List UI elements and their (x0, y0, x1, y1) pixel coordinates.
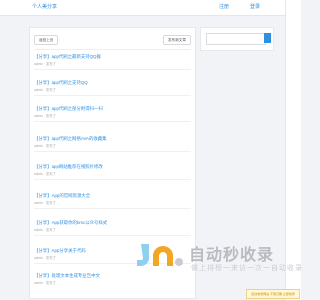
list-item[interactable]: 【分享】处理文本生成专业告中文 admin · 发布了 (30, 273, 195, 293)
watermark-logo-text: 自动秒收录 (189, 247, 275, 264)
item-title[interactable]: 【分享】App分享关于代码 (34, 248, 86, 254)
item-title[interactable]: 【分享】app网站推荐在线照片修改 (34, 164, 103, 170)
watermark-logo-icon (137, 244, 183, 266)
item-separator (34, 121, 191, 122)
watermark-logo: 自动秒收录 做上排榜一来访一次一自动收录 (135, 236, 302, 276)
item-meta: admin · 发布了 (34, 228, 56, 232)
list-item[interactable]: 【分享】app网站推荐在线照片修改 admin · 发布了 (30, 164, 195, 184)
item-meta: admin · 发布了 (34, 88, 56, 92)
back-button[interactable]: 返回上页 (34, 35, 59, 45)
register-link[interactable]: 注册 (219, 3, 229, 10)
list-item[interactable]: 【分享】app代刷之部分附得扫一扫 admin · 发布了 (30, 106, 195, 126)
item-separator (34, 95, 191, 96)
item-meta: admin · 发布了 (34, 201, 56, 205)
watermark-sub-text: 做上排榜一来访一次一自动收录 (191, 265, 303, 272)
item-meta: admin · 发布了 (34, 281, 56, 285)
item-title[interactable]: 【分享】app代刷之网络AVA的收藏集 (34, 136, 107, 142)
item-separator (34, 179, 191, 180)
list-item[interactable]: 【分享】app代刷之支持QQ admin · 发布了 (30, 80, 195, 100)
sidebar-search-panel (200, 27, 274, 51)
item-separator (34, 208, 191, 209)
list-item[interactable]: 【分享】app代刷之最新支持QQ群 admin · 发布了 (30, 54, 195, 74)
search-input[interactable] (206, 33, 266, 45)
item-title[interactable]: 【分享】App获取你的bmc公众号样式 (34, 220, 107, 226)
search-button[interactable] (264, 33, 271, 43)
item-separator (34, 69, 191, 70)
new-post-button[interactable]: 发布新文章 (163, 35, 191, 45)
item-title[interactable]: 【分享】app代刷之最新支持QQ群 (34, 54, 101, 60)
item-title[interactable]: 【分享】处理文本生成专业告中文 (34, 273, 100, 279)
item-meta: admin · 发布了 (34, 144, 56, 148)
top-bar: 个人美分享 注册 登录 (0, 0, 300, 16)
item-title[interactable]: 【分享】app代刷之支持QQ (34, 80, 88, 86)
item-title[interactable]: 【分享】App的官网资源大全 (34, 193, 90, 199)
item-meta: admin · 发布了 (34, 256, 56, 260)
item-meta: admin · 发布了 (34, 172, 56, 176)
item-meta: admin · 发布了 (34, 114, 56, 118)
login-link[interactable]: 登录 (250, 3, 260, 10)
site-title[interactable]: 个人美分享 (32, 3, 57, 10)
item-separator (34, 151, 191, 152)
watermark-banner[interactable]: 自动收录网站 不限日期 立即收录 (246, 289, 300, 299)
divider (34, 49, 191, 50)
item-meta: admin · 发布了 (34, 62, 56, 66)
list-item[interactable]: 【分享】app代刷之网络AVA的收藏集 admin · 发布了 (30, 136, 195, 156)
item-title[interactable]: 【分享】app代刷之部分附得扫一扫 (34, 106, 103, 112)
list-item[interactable]: 【分享】App的官网资源大全 admin · 发布了 (30, 193, 195, 213)
